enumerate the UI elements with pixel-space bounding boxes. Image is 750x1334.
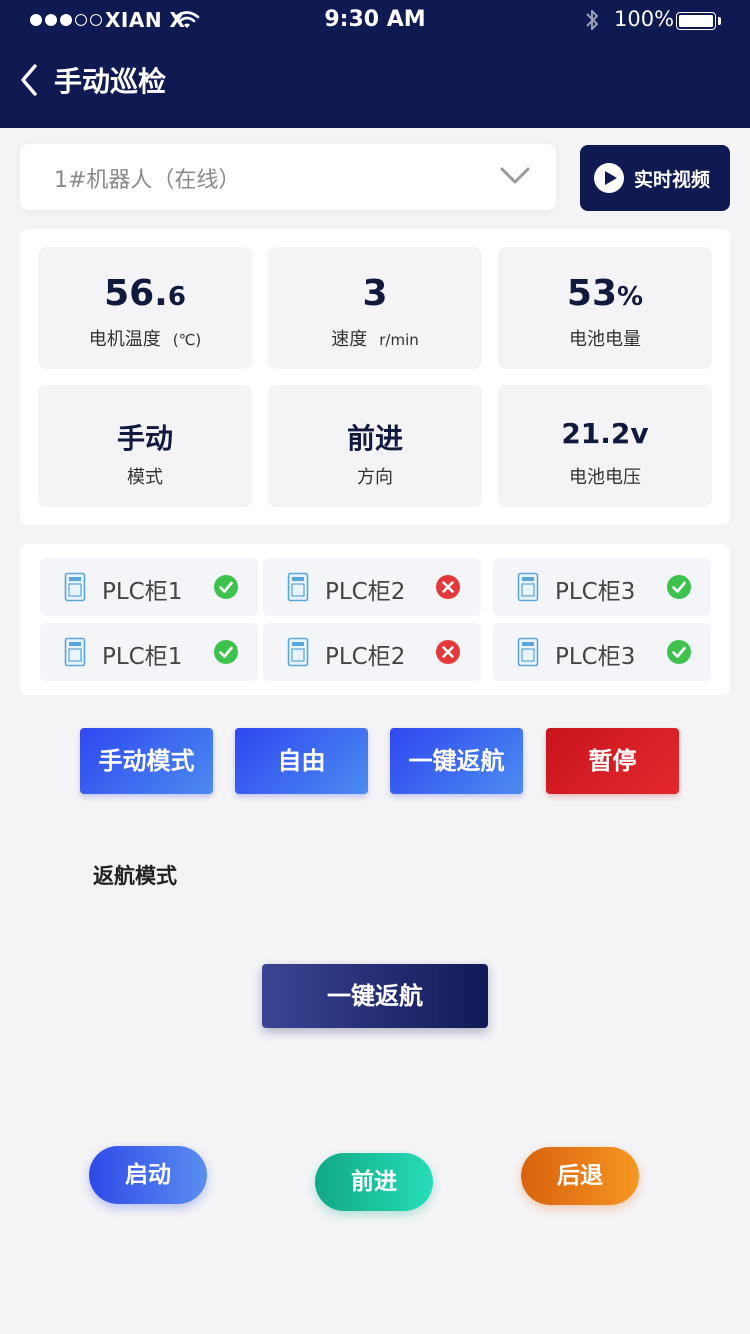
cabinet-icon (64, 572, 86, 602)
battery-icon (676, 12, 716, 30)
stat-speed: 3 速度 r/min (268, 247, 482, 369)
stat-battery-voltage: 21.2v 电池电压 (498, 385, 712, 507)
cabinet-icon (517, 637, 539, 667)
cabinet-icon (287, 572, 309, 602)
free-mode-button[interactable]: 自由 (235, 728, 368, 794)
robot-select[interactable]: 1#机器人（在线） (20, 144, 556, 210)
pause-button[interactable]: 暂停 (546, 728, 679, 794)
motor-temp-unit: (℃) (172, 331, 202, 349)
plc-card: PLC柜1 PLC柜2 PLC柜3 PLC柜1 PLC柜2 PLC柜3 (20, 544, 730, 695)
plc-label: PLC柜1 (102, 644, 183, 670)
play-icon (594, 163, 624, 193)
plc-item[interactable]: PLC柜2 (263, 623, 481, 681)
cabinet-icon (287, 637, 309, 667)
mode-label: 模式 (127, 467, 163, 488)
direction-label: 方向 (357, 467, 393, 488)
forward-button[interactable]: 前进 (315, 1153, 433, 1211)
backward-button[interactable]: 后退 (521, 1147, 639, 1205)
speed-label: 速度 r/min (268, 325, 482, 351)
plc-label: PLC柜1 (102, 579, 183, 605)
plc-item[interactable]: PLC柜1 (40, 623, 258, 681)
plc-item[interactable]: PLC柜3 (493, 558, 711, 616)
cabinet-icon (64, 637, 86, 667)
check-icon (214, 575, 238, 599)
check-icon (667, 640, 691, 664)
plc-label: PLC柜2 (325, 579, 406, 605)
speed-unit: r/min (379, 331, 419, 349)
plc-item[interactable]: PLC柜3 (493, 623, 711, 681)
battery-level-value: 53% (498, 273, 712, 314)
return-mode-title: 返航模式 (93, 864, 177, 888)
live-video-label: 实时视频 (634, 169, 711, 191)
error-icon (436, 640, 460, 664)
motor-temp-label-text: 电机温度 (88, 329, 161, 350)
chevron-down-icon (500, 167, 530, 184)
header: XIAN X 9:30 AM 100% 手动巡检 (0, 0, 750, 128)
plc-label: PLC柜3 (555, 579, 636, 605)
stat-battery-level: 53% 电池电量 (498, 247, 712, 369)
bluetooth-icon (586, 10, 598, 30)
battery-level-num: 53 (566, 273, 618, 314)
speed-value: 3 (362, 273, 388, 314)
motor-temp-value: 56.6 (38, 273, 252, 314)
cabinet-icon (517, 572, 539, 602)
motor-temp-dec: 6 (167, 282, 186, 312)
check-icon (667, 575, 691, 599)
stats-card: 56.6 电机温度 (℃) 3 速度 r/min 53% 电池电量 手动 模式 前进… (20, 229, 730, 525)
battery-voltage-value: 21.2v (561, 417, 649, 450)
robot-select-value: 1#机器人（在线） (54, 168, 241, 193)
manual-mode-button[interactable]: 手动模式 (80, 728, 213, 794)
battery-level-label: 电池电量 (569, 329, 641, 350)
battery-level-unit: % (617, 282, 644, 312)
direction-value: 前进 (346, 422, 403, 455)
plc-item[interactable]: PLC柜1 (40, 558, 258, 616)
battery-cap (718, 17, 721, 25)
mode-value: 手动 (116, 422, 173, 455)
plc-label: PLC柜3 (555, 644, 636, 670)
battery-voltage-label: 电池电压 (569, 467, 641, 488)
motor-temp-label: 电机温度 (℃) (38, 325, 252, 351)
stat-mode: 手动 模式 (38, 385, 252, 507)
stat-motor-temp: 56.6 电机温度 (℃) (38, 247, 252, 369)
motor-temp-int: 56. (104, 273, 168, 314)
error-icon (436, 575, 460, 599)
page-title: 手动巡检 (54, 65, 167, 98)
speed-label-text: 速度 (331, 329, 368, 350)
one-key-return-button[interactable]: 一键返航 (262, 964, 488, 1028)
status-bar: XIAN X 9:30 AM 100% (0, 0, 750, 40)
plc-label: PLC柜2 (325, 644, 406, 670)
live-video-button[interactable]: 实时视频 (580, 145, 730, 211)
back-arrow-icon[interactable] (18, 62, 40, 98)
start-button[interactable]: 启动 (89, 1146, 207, 1204)
plc-item[interactable]: PLC柜2 (263, 558, 481, 616)
stat-direction: 前进 方向 (268, 385, 482, 507)
battery-percent: 100% (614, 7, 675, 31)
check-icon (214, 640, 238, 664)
one-key-return-mode-button[interactable]: 一键返航 (390, 728, 523, 794)
